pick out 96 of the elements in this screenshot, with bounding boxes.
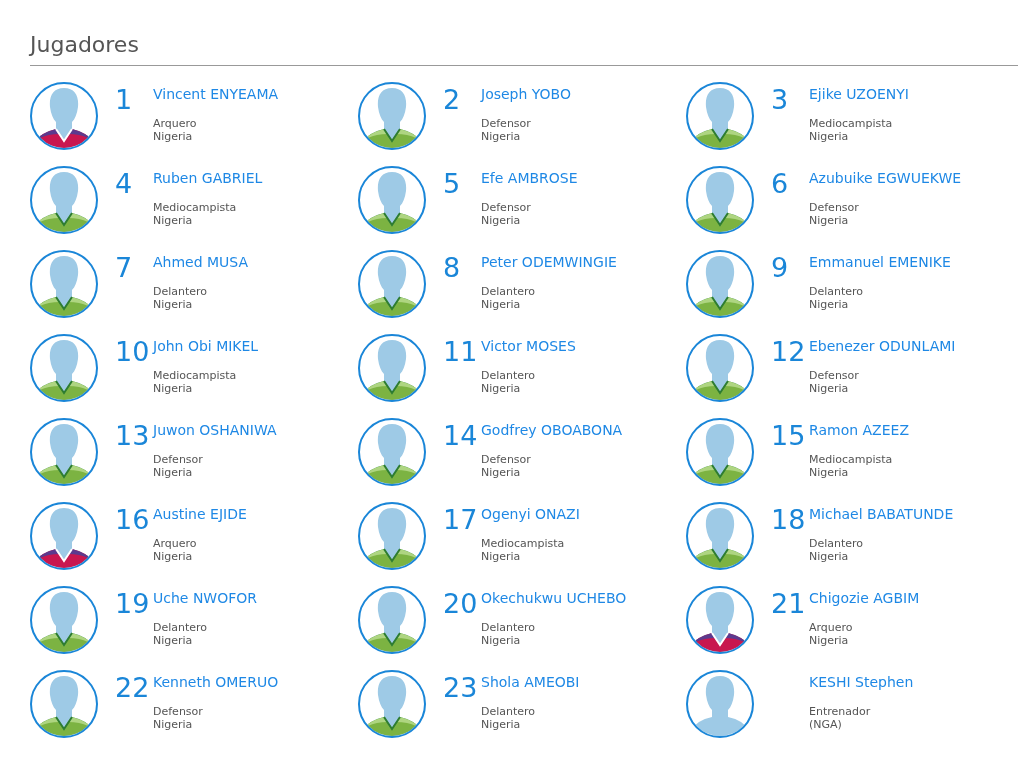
player-country: Nigeria <box>153 130 194 143</box>
player-name-link[interactable]: Okechukwu UCHEBO <box>481 589 627 607</box>
player-country: Nigeria <box>481 298 522 311</box>
player-country: Nigeria <box>481 466 522 479</box>
jersey-number: 20 <box>443 589 479 619</box>
jersey-number: 9 <box>771 253 790 283</box>
player-role: Delantero <box>481 705 537 718</box>
player-name-link[interactable]: Ahmed MUSA <box>153 253 249 271</box>
player-role: Delantero <box>153 621 209 634</box>
jersey-number: 13 <box>115 421 151 451</box>
player-role: Arquero <box>153 537 198 550</box>
player-role: Delantero <box>809 537 865 550</box>
jersey-number: 1 <box>115 85 134 115</box>
player-name-link[interactable]: Michael BABATUNDE <box>809 505 954 523</box>
player-role: Arquero <box>809 621 854 634</box>
player-role: Defensor <box>153 453 204 466</box>
player-name-link[interactable]: Azubuike EGWUEKWE <box>809 169 962 187</box>
player-role: Defensor <box>481 453 532 466</box>
section-title: Jugadores <box>30 30 1018 66</box>
jersey-number: 8 <box>443 253 462 283</box>
player-country: Nigeria <box>809 214 850 227</box>
player-country: Nigeria <box>809 298 850 311</box>
player-country: Nigeria <box>481 214 522 227</box>
player-name-link[interactable]: Vincent ENYEAMA <box>153 85 279 103</box>
player-role: Mediocampista <box>809 453 894 466</box>
player-role: Mediocampista <box>481 537 566 550</box>
player-country: Nigeria <box>153 634 194 647</box>
player-role: Delantero <box>481 369 537 382</box>
player-role: Entrenador <box>809 705 872 718</box>
player-country: Nigeria <box>153 214 194 227</box>
player-name-link[interactable]: Ogenyi ONAZI <box>481 505 580 523</box>
player-country: Nigeria <box>809 550 850 563</box>
jersey-number: 11 <box>443 337 479 367</box>
player-role: Delantero <box>481 621 537 634</box>
player-role: Delantero <box>809 285 865 298</box>
jersey-number: 23 <box>443 673 479 703</box>
player-country: Nigeria <box>153 466 194 479</box>
player-name-link[interactable]: Peter ODEMWINGIE <box>481 253 617 271</box>
jersey-number: 6 <box>771 169 790 199</box>
player-role: Defensor <box>809 201 860 214</box>
player-country: Nigeria <box>153 298 194 311</box>
player-role: Mediocampista <box>809 117 894 130</box>
jersey-number: 10 <box>115 337 151 367</box>
jersey-number: 5 <box>443 169 462 199</box>
jersey-number: 2 <box>443 85 462 115</box>
jersey-number: 21 <box>771 589 807 619</box>
player-role: Delantero <box>481 285 537 298</box>
player-name-link[interactable]: Ramon AZEEZ <box>809 421 909 439</box>
player-name-link[interactable]: Kenneth OMERUO <box>153 673 279 691</box>
player-name-link[interactable]: Austine EJIDE <box>153 505 247 523</box>
player-role: Mediocampista <box>153 369 238 382</box>
jersey-number: 19 <box>115 589 151 619</box>
jersey-number: 7 <box>115 253 134 283</box>
jersey-number: 16 <box>115 505 151 535</box>
jersey-number: 4 <box>115 169 134 199</box>
player-role: Arquero <box>153 117 198 130</box>
player-country: Nigeria <box>481 550 522 563</box>
player-name-link[interactable]: Juwon OSHANIWA <box>153 421 277 439</box>
player-name-link[interactable]: Shola AMEOBI <box>481 673 580 691</box>
player-role: Mediocampista <box>153 201 238 214</box>
jersey-number: 22 <box>115 673 151 703</box>
player-name-link[interactable]: Uche NWOFOR <box>153 589 257 607</box>
player-name-link[interactable]: Ejike UZOENYI <box>809 85 909 103</box>
player-role: Defensor <box>481 201 532 214</box>
player-name-link[interactable]: Godfrey OBOABONA <box>481 421 623 439</box>
player-role: Defensor <box>153 705 204 718</box>
player-country: Nigeria <box>809 382 850 395</box>
jersey-number: 18 <box>771 505 807 535</box>
player-country: Nigeria <box>809 130 850 143</box>
player-role: Delantero <box>153 285 209 298</box>
player-country: Nigeria <box>809 466 850 479</box>
jersey-number: 12 <box>771 337 807 367</box>
player-role: Defensor <box>481 117 532 130</box>
player-name-link[interactable]: Efe AMBROSE <box>481 169 578 187</box>
player-country: Nigeria <box>481 718 522 731</box>
player-name-link[interactable]: Joseph YOBO <box>481 85 571 103</box>
player-name-link[interactable]: Ruben GABRIEL <box>153 169 263 187</box>
jersey-number: 15 <box>771 421 807 451</box>
jersey-number: 14 <box>443 421 479 451</box>
player-country: (NGA) <box>809 718 843 731</box>
player-country: Nigeria <box>153 382 194 395</box>
player-country: Nigeria <box>481 382 522 395</box>
player-name-link[interactable]: KESHI Stephen <box>809 673 914 691</box>
player-country: Nigeria <box>153 718 194 731</box>
player-name-link[interactable]: Emmanuel EMENIKE <box>809 253 951 271</box>
player-country: Nigeria <box>809 634 850 647</box>
player-name-link[interactable]: Victor MOSES <box>481 337 576 355</box>
player-country: Nigeria <box>481 130 522 143</box>
player-name-link[interactable]: Chigozie AGBIM <box>809 589 920 607</box>
player-name-link[interactable]: Ebenezer ODUNLAMI <box>809 337 956 355</box>
jersey-number: 3 <box>771 85 790 115</box>
player-country: Nigeria <box>153 550 194 563</box>
jersey-number: 17 <box>443 505 479 535</box>
player-country: Nigeria <box>481 634 522 647</box>
player-name-link[interactable]: John Obi MIKEL <box>153 337 259 355</box>
player-role: Defensor <box>809 369 860 382</box>
